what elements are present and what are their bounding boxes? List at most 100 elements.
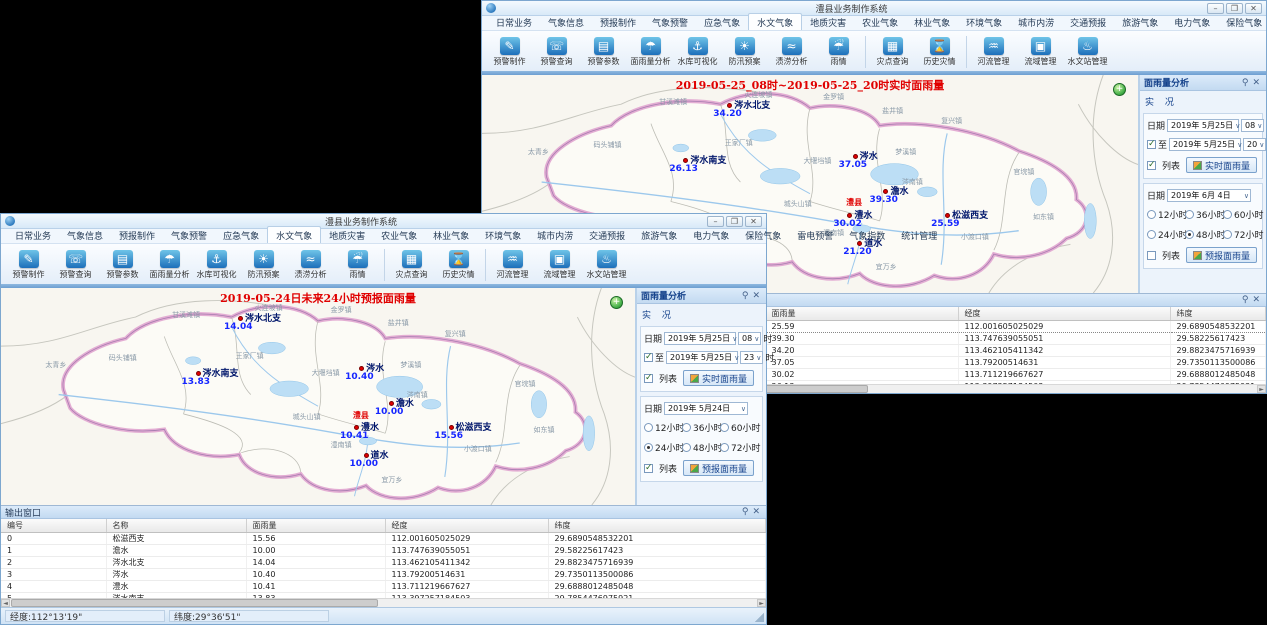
maximize-button[interactable]: ❐ — [726, 216, 743, 227]
station-marker[interactable] — [883, 189, 888, 194]
menu-tab-8[interactable]: 农业气象 — [854, 14, 906, 30]
tool-areal-rain-analysis[interactable]: ☂面雨量分析 — [627, 37, 674, 67]
forecast-list-checkbox[interactable] — [1147, 251, 1156, 260]
pin-icon[interactable]: ⚲ — [740, 291, 751, 301]
column-header-纬度[interactable]: 纬度 — [1170, 307, 1266, 320]
station-marker[interactable] — [359, 366, 364, 371]
tool-areal-rain-analysis[interactable]: ☂面雨量分析 — [146, 250, 193, 280]
menu-tab-12[interactable]: 交通预报 — [1062, 14, 1114, 30]
scroll-right-arrow[interactable]: ► — [1257, 385, 1266, 393]
menu-tab-11[interactable]: 城市内涝 — [1010, 14, 1062, 30]
minimize-button[interactable]: – — [707, 216, 724, 227]
station-marker[interactable] — [354, 425, 359, 430]
menu-tab-11[interactable]: 城市内涝 — [529, 227, 581, 243]
panel-close-icon[interactable]: ✕ — [1250, 78, 1262, 88]
column-header-经度[interactable]: 经度 — [958, 307, 1170, 320]
horizontal-scrollbar[interactable]: ◄ ► — [1, 598, 766, 607]
forecast-date-combo[interactable]: 2019年 5月24日∨ — [664, 402, 748, 415]
menu-tab-5[interactable]: 应急气象 — [215, 227, 267, 243]
station-marker[interactable] — [683, 158, 688, 163]
menu-tab-3[interactable]: 预报制作 — [111, 227, 163, 243]
column-header-纬度[interactable]: 纬度 — [548, 519, 766, 532]
menu-tab-5[interactable]: 应急气象 — [696, 14, 748, 30]
tool-basin-manage[interactable]: ▣流域管理 — [536, 250, 583, 280]
minimize-button[interactable]: – — [1207, 3, 1224, 14]
menu-tab-2[interactable]: 气象信息 — [59, 227, 111, 243]
menu-tab-16[interactable]: 雷电预警 — [789, 227, 841, 243]
menu-tab-1[interactable]: 日常业务 — [7, 227, 59, 243]
tool-history-disaster[interactable]: ⌛历史灾情 — [435, 250, 482, 280]
tool-waterlogging-analysis[interactable]: ≈渍涝分析 — [287, 250, 334, 280]
tool-river-manage[interactable]: ♒河流管理 — [489, 250, 536, 280]
station-marker[interactable] — [364, 453, 369, 458]
table-row[interactable]: 2涔水北支14.04113.46210541134229.88234757169… — [1, 556, 766, 568]
realtime-rain-button[interactable]: 实时面雨量 — [683, 370, 754, 386]
menu-tab-7[interactable]: 地质灾害 — [802, 14, 854, 30]
menu-tab-13[interactable]: 旅游气象 — [633, 227, 685, 243]
panel-close-icon[interactable]: ✕ — [750, 291, 762, 301]
table-row[interactable]: 0松滋西支15.56112.00160502502929.68905485322… — [1, 532, 766, 544]
to-date-combo[interactable]: 2019年 5月25日∨ — [666, 351, 738, 364]
duration-radio-48小时[interactable]: 48小时 — [682, 441, 720, 454]
pin-icon[interactable]: ⚲ — [1240, 295, 1251, 305]
forecast-date-combo[interactable]: 2019年 6月 4日∨ — [1167, 189, 1251, 202]
menu-tab-6[interactable]: 水文气象 — [748, 13, 802, 30]
menu-tab-4[interactable]: 气象预警 — [644, 14, 696, 30]
station-marker[interactable] — [945, 213, 950, 218]
map-locate-button[interactable]: + — [610, 296, 623, 309]
to-hour-combo[interactable]: 20∨ — [1243, 138, 1266, 151]
station-marker[interactable] — [853, 154, 858, 159]
tool-history-disaster[interactable]: ⌛历史灾情 — [916, 37, 963, 67]
tool-rain-condition[interactable]: ☔雨情 — [815, 37, 862, 67]
tool-hydro-station-manage[interactable]: ♨水文站管理 — [1064, 37, 1111, 67]
live-list-checkbox[interactable] — [1147, 161, 1156, 170]
to-date-combo[interactable]: 2019年 5月25日∨ — [1169, 138, 1241, 151]
menu-tab-10[interactable]: 环境气象 — [958, 14, 1010, 30]
column-header-编号[interactable]: 编号 — [1, 519, 106, 532]
pin-icon[interactable]: ⚲ — [1240, 78, 1251, 88]
menu-tab-15[interactable]: 保险气象 — [737, 227, 789, 243]
menu-tab-6[interactable]: 水文气象 — [267, 226, 321, 243]
menu-tab-10[interactable]: 环境气象 — [477, 227, 529, 243]
column-header-面雨量[interactable]: 面雨量 — [765, 307, 958, 320]
scroll-right-arrow[interactable]: ► — [757, 599, 766, 607]
to-checkbox[interactable] — [644, 353, 653, 362]
station-marker[interactable] — [238, 316, 243, 321]
station-marker[interactable] — [196, 371, 201, 376]
tool-warning-edit[interactable]: ✎预警制作 — [486, 37, 533, 67]
scroll-left-arrow[interactable]: ◄ — [1, 599, 10, 607]
close-button[interactable]: ✕ — [745, 216, 762, 227]
duration-radio-36小时[interactable]: 36小时 — [682, 421, 720, 434]
forecast-list-checkbox[interactable] — [644, 464, 653, 473]
to-checkbox[interactable] — [1147, 140, 1156, 149]
column-header-面雨量[interactable]: 面雨量 — [246, 519, 385, 532]
menu-tab-18[interactable]: 统计管理 — [893, 227, 945, 243]
column-header-名称[interactable]: 名称 — [106, 519, 246, 532]
from-hour-combo[interactable]: 08∨ — [738, 332, 761, 345]
tool-warning-search[interactable]: ☏预警查询 — [52, 250, 99, 280]
forecast-rain-button[interactable]: 预报面雨量 — [1186, 247, 1257, 263]
duration-radio-24小时[interactable]: 24小时 — [644, 441, 682, 454]
menu-tab-17[interactable]: 气象指数 — [841, 227, 893, 243]
station-marker[interactable] — [847, 213, 852, 218]
forecast-rain-button[interactable]: 预报面雨量 — [683, 460, 754, 476]
map-area[interactable]: 2019-05-24日未来24小时预报面雨量 涔水北支14.04涔水南支13.8… — [1, 288, 636, 505]
tool-waterlogging-analysis[interactable]: ≈渍涝分析 — [768, 37, 815, 67]
resize-grip[interactable] — [755, 613, 764, 622]
tool-reservoir-view[interactable]: ⚓水库可视化 — [674, 37, 721, 67]
from-date-combo[interactable]: 2019年 5月25日∨ — [664, 332, 736, 345]
pin-icon[interactable]: ⚲ — [740, 507, 751, 517]
duration-radio-48小时[interactable]: 48小时 — [1185, 228, 1223, 241]
close-button[interactable]: ✕ — [1245, 3, 1262, 14]
duration-radio-24小时[interactable]: 24小时 — [1147, 228, 1185, 241]
from-hour-combo[interactable]: 08∨ — [1241, 119, 1264, 132]
menu-tab-2[interactable]: 气象信息 — [540, 14, 592, 30]
menu-tab-14[interactable]: 电力气象 — [685, 227, 737, 243]
menu-tab-1[interactable]: 日常业务 — [488, 14, 540, 30]
station-marker[interactable] — [727, 103, 732, 108]
table-row[interactable]: 4澧水10.41113.71121966762729.6888012485048 — [1, 580, 766, 592]
column-header-经度[interactable]: 经度 — [385, 519, 548, 532]
tool-warning-params[interactable]: ▤预警参数 — [99, 250, 146, 280]
scrollbar-thumb[interactable] — [11, 599, 378, 607]
menu-tab-8[interactable]: 农业气象 — [373, 227, 425, 243]
